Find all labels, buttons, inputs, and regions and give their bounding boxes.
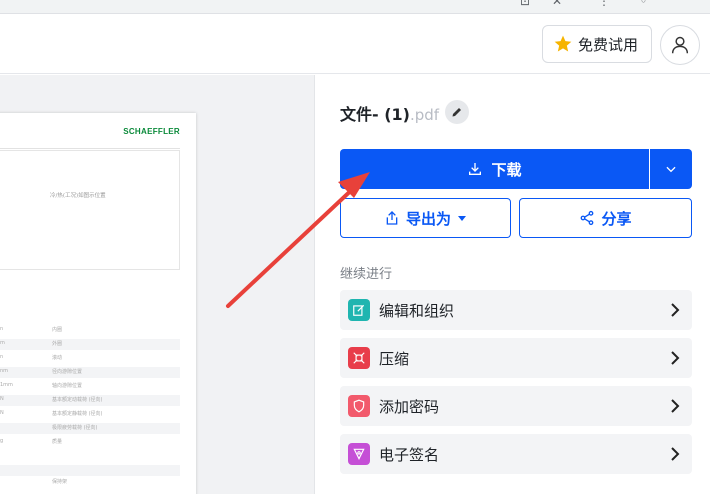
export-label: 导出为 — [405, 209, 451, 228]
table-row: 保持架 — [52, 479, 68, 485]
table-row: n 滚动 — [0, 354, 63, 361]
menu-icon[interactable]: ⋮ — [598, 0, 610, 8]
action-label: 压缩 — [379, 349, 410, 368]
edit-document-icon — [348, 299, 370, 321]
share-button[interactable]: 分享 — [519, 198, 692, 238]
action-label: 电子签名 — [379, 445, 440, 464]
caret-down-icon — [458, 216, 466, 221]
share-label: 分享 — [601, 209, 632, 228]
action-e-sign[interactable]: 电子签名 — [340, 434, 692, 474]
download-label: 下载 — [491, 160, 522, 179]
action-label: 编辑和组织 — [379, 301, 455, 320]
user-icon — [671, 36, 689, 54]
browser-chrome: ⊡ ✕ ⋮ ◦ — [0, 0, 710, 14]
download-icon — [469, 163, 482, 175]
divider — [0, 148, 180, 149]
file-extension: .pdf — [409, 106, 440, 124]
export-icon — [386, 211, 398, 225]
chevron-right-icon — [671, 351, 680, 365]
chevron-right-icon — [671, 447, 680, 461]
file-name: 文件- (1) — [340, 105, 410, 124]
table-row: N 基本额定静载荷 (径向) — [0, 410, 103, 417]
download-options-button[interactable] — [650, 149, 692, 189]
continue-section-label: 继续进行 — [340, 267, 393, 282]
drawing-caption: 冷/热(工况)如图示位置 — [50, 193, 106, 199]
compress-icon — [348, 347, 370, 369]
action-edit-organize[interactable]: 编辑和组织 — [340, 290, 692, 330]
tab-strip-icon[interactable]: ⊡ — [520, 0, 530, 8]
app-window: ⊡ ✕ ⋮ ◦ 免费试用 SCHAEFFLER 冷/热(工况)如图示位置 n 内圈… — [0, 0, 710, 494]
pen-nib-icon — [348, 443, 370, 465]
table-row: n 内圈 — [0, 326, 63, 333]
drawing-box — [0, 150, 180, 270]
table-row: g 质量 — [0, 438, 63, 445]
chevron-down-icon — [666, 166, 676, 173]
table-row: nm 径向游隙位置 — [0, 367, 180, 378]
extension-icon[interactable]: ✕ — [552, 0, 562, 8]
action-add-password[interactable]: 添加密码 — [340, 386, 692, 426]
top-bar: 免费试用 — [0, 15, 710, 74]
pencil-icon — [452, 108, 461, 117]
download-button[interactable]: 下载 — [340, 149, 649, 189]
shield-icon — [348, 395, 370, 417]
table-row: N 基本额定动载荷 (径向) — [0, 395, 180, 406]
pdf-page: SCHAEFFLER 冷/热(工况)如图示位置 n 内圈 m 外圈 n 滚动 nm 径向… — [0, 113, 196, 494]
table-row: m 外圈 — [0, 339, 180, 350]
actions-panel: 文件- (1).pdf 下载 导出为 分享 继续进行 编辑和组织 压缩 添加密码… — [316, 75, 710, 494]
export-button[interactable]: 导出为 — [340, 198, 511, 238]
document-preview[interactable]: SCHAEFFLER 冷/热(工况)如图示位置 n 内圈 m 外圈 n 滚动 nm 径向… — [0, 75, 315, 494]
free-trial-label: 免费试用 — [578, 35, 639, 54]
action-label: 添加密码 — [379, 397, 440, 416]
rename-button[interactable] — [445, 100, 469, 124]
share-icon — [581, 210, 594, 226]
star-icon — [554, 35, 572, 52]
file-title: 文件- (1).pdf — [340, 101, 439, 125]
action-compress[interactable]: 压缩 — [340, 338, 692, 378]
table-row: 1mm 轴向游隙位置 — [0, 382, 83, 389]
chevron-right-icon — [671, 303, 680, 317]
profile-icon[interactable]: ◦ — [640, 0, 647, 8]
chevron-right-icon — [671, 399, 680, 413]
free-trial-button[interactable]: 免费试用 — [542, 25, 652, 63]
brand-logo-text: SCHAEFFLER — [123, 127, 180, 136]
table-row: 极限疲劳载荷 (径向) — [0, 423, 180, 434]
user-avatar-button[interactable] — [660, 25, 700, 65]
table-row — [0, 465, 180, 476]
